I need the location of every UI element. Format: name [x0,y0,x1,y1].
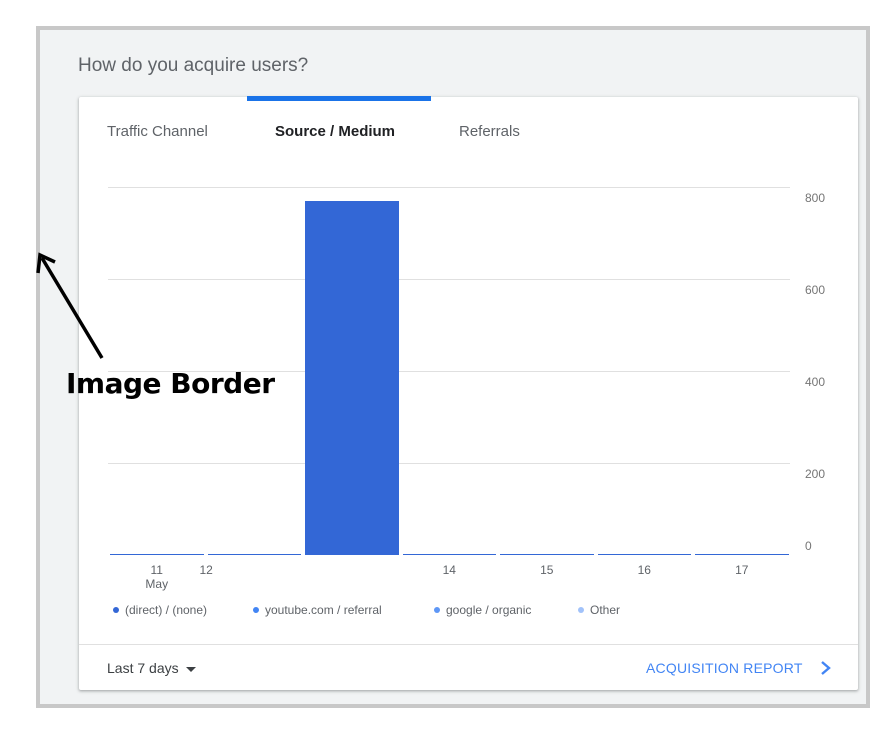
y-tick-label: 600 [805,283,826,297]
y-tick-label: 0 [805,539,812,553]
bar-11[interactable] [110,554,204,555]
tab-source-medium[interactable]: Source / Medium [275,123,395,140]
tab-referrals[interactable]: Referrals [459,123,520,140]
x-tick-sublabel: May [145,577,169,591]
x-tick-label: 14 [442,563,456,577]
active-tab-indicator [247,96,431,101]
annotation-label: Image Border [66,367,275,400]
bar-12[interactable] [207,554,301,555]
legend-dot-icon [434,607,440,613]
bar-15[interactable] [500,553,594,555]
date-range-label: Last 7 days [107,660,179,676]
arrow-up-left-icon [30,248,110,368]
x-tick-label: 15 [540,563,554,577]
legend-item-google: google / organic [434,603,531,617]
legend-label: google / organic [446,603,532,617]
y-tick-label: 400 [805,375,826,389]
acquisition-report-link[interactable]: ACQUISITION REPORT [646,660,803,676]
grid-line [108,463,790,464]
grid-line [108,279,790,280]
legend-item-direct: (direct) / (none) [113,603,207,617]
section-title: How do you acquire users? [78,55,309,76]
chevron-right-icon[interactable] [819,659,833,682]
caret-down-icon [185,666,196,672]
bar-16[interactable] [597,554,691,555]
legend-label: (direct) / (none) [125,603,208,617]
legend-label: Other [590,603,621,617]
y-tick-label: 800 [805,191,826,205]
y-tick-label: 200 [805,467,826,481]
footer-divider [79,644,858,645]
legend-dot-icon [253,607,259,613]
x-tick-label: 17 [735,563,749,577]
date-range-dropdown[interactable]: Last 7 days [107,660,196,676]
x-tick-label: 11 [150,563,163,577]
legend-item-youtube: youtube.com / referral [253,603,382,617]
x-tick-label: 16 [637,563,651,577]
grid-line [108,187,790,188]
bar-13[interactable] [305,200,399,555]
bar-14[interactable] [402,554,496,555]
legend-item-other: Other [578,603,620,617]
legend-dot-icon [578,607,584,613]
x-tick-label: 12 [199,563,213,577]
legend-dot-icon [113,607,119,613]
legend-label: youtube.com / referral [265,603,382,617]
tab-traffic-channel[interactable]: Traffic Channel [107,123,208,140]
bar-17[interactable] [695,553,789,555]
